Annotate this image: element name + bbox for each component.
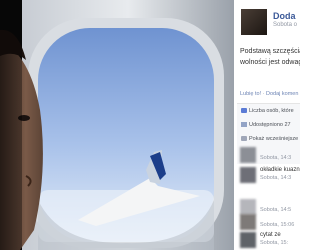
- post-sidebar: Doda Sobota o Podstawą szczęścia wolnośc…: [234, 0, 300, 250]
- comment-text: cytat ze: [260, 232, 281, 238]
- post-photo: [0, 0, 234, 250]
- likes-row[interactable]: Liczba osób, które: [241, 108, 294, 114]
- comment-time[interactable]: Sobota, 15:: [260, 240, 288, 246]
- thumbs-up-icon: [241, 108, 247, 114]
- post-actions: Lubię to! · Dodaj komen: [240, 91, 298, 97]
- share-icon: [241, 122, 247, 128]
- comment-time[interactable]: Sobota, 14:5: [260, 207, 291, 213]
- shares-row[interactable]: Udostępniono 27: [241, 122, 291, 128]
- comment-link[interactable]: Dodaj komen: [266, 91, 298, 97]
- comment-text: okładkie kuazn: [260, 167, 300, 173]
- post-date[interactable]: Sobota o: [273, 22, 297, 28]
- photo-viewer[interactable]: [0, 0, 234, 250]
- comment-item: cytat ze Sobota, 15:: [237, 232, 300, 250]
- author-name[interactable]: Doda: [273, 11, 296, 21]
- commenter-avatar[interactable]: [240, 167, 256, 183]
- comment-time[interactable]: Sobota, 15:06: [260, 222, 294, 228]
- likes-text: Liczba osób, które: [249, 108, 294, 114]
- comment-item: Sobota, 14:3: [237, 147, 300, 169]
- comment-icon: [241, 136, 247, 142]
- shares-text: Udostępniono 27: [249, 122, 291, 128]
- like-link[interactable]: Lubię to!: [240, 91, 261, 97]
- commenter-avatar[interactable]: [240, 214, 256, 230]
- commenter-avatar[interactable]: [240, 199, 256, 215]
- show-more-text: Pokaż wcześniejsze: [249, 136, 299, 142]
- caption-line-1: Podstawą szczęścia: [240, 48, 300, 55]
- caption-line-2: wolności jest odwag: [240, 59, 300, 66]
- commenter-avatar[interactable]: [240, 232, 256, 248]
- comment-item: okładkie kuazn Sobota, 14:3: [237, 167, 300, 189]
- comment-time[interactable]: Sobota, 14:3: [260, 175, 291, 181]
- show-more-comments[interactable]: Pokaż wcześniejsze: [241, 136, 298, 142]
- comment-time[interactable]: Sobota, 14:3: [260, 155, 291, 161]
- author-avatar[interactable]: [241, 9, 267, 35]
- post-caption: Podstawą szczęścia wolności jest odwag: [240, 46, 300, 68]
- commenter-avatar[interactable]: [240, 147, 256, 163]
